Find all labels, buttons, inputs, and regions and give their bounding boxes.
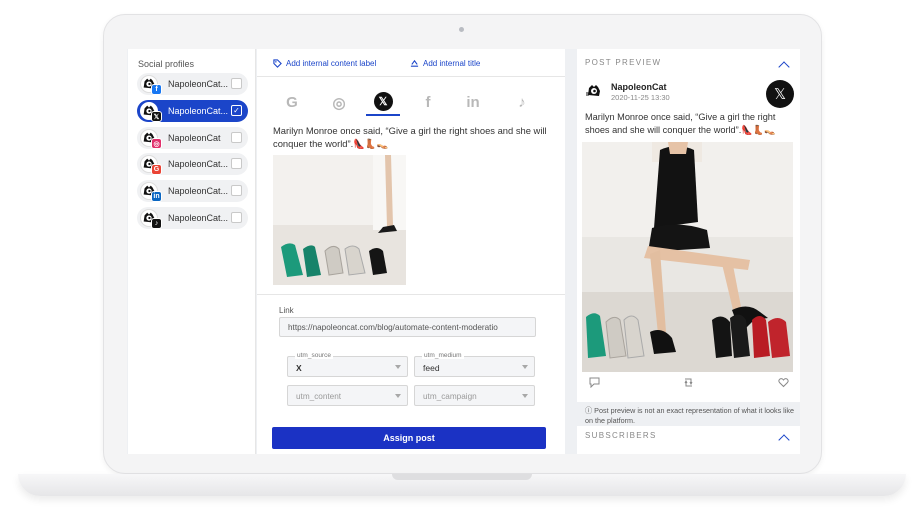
utm-source-value: X (296, 363, 302, 373)
profile-name: NapoleonCat... (168, 186, 229, 196)
x-logo-icon: 𝕏 (766, 80, 794, 108)
tab-google[interactable]: G (275, 89, 309, 116)
preview-actions (577, 377, 800, 393)
preview-avatar (585, 82, 603, 100)
tab-instagram[interactable]: ◎ (322, 89, 356, 116)
post-editor: Add internal content label Add internal … (257, 49, 565, 454)
utm-campaign-select[interactable]: utm_campaign (414, 385, 535, 406)
utm-content-select[interactable]: utm_content (287, 385, 408, 406)
x-icon: 𝕏 (373, 92, 393, 111)
editor-toolbar: Add internal content label Add internal … (257, 49, 565, 77)
add-internal-title-text: Add internal title (423, 59, 481, 68)
chevron-down-icon (522, 394, 528, 398)
tab-linkedin[interactable]: in (456, 89, 490, 116)
instagram-icon: ◎ (332, 94, 346, 112)
title-icon (410, 59, 419, 67)
facebook-icon: f (425, 94, 431, 111)
profile-checkbox[interactable] (231, 78, 242, 89)
profile-item-google[interactable]: G NapoleonCat... (137, 153, 248, 175)
chevron-down-icon (522, 365, 528, 369)
collapse-preview-icon[interactable] (778, 61, 790, 73)
preview-account-name: NapoleonCat (611, 82, 667, 92)
utm-source-label: utm_source (295, 352, 333, 359)
add-content-label-link[interactable]: Add internal content label (273, 59, 376, 68)
linkedin-icon: in (466, 94, 480, 111)
subscribers-title: SUBSCRIBERS (585, 431, 657, 440)
google-icon: G (286, 94, 298, 111)
chevron-down-icon (395, 394, 401, 398)
link-label: Link (279, 306, 294, 315)
tiktok-badge-icon: ♪ (151, 218, 162, 229)
section-divider (257, 294, 565, 295)
add-internal-title-link[interactable]: Add internal title (410, 59, 480, 68)
facebook-badge-icon: f (151, 84, 162, 95)
profile-name: NapoleonCat... (168, 159, 229, 169)
profile-checkbox[interactable]: ✓ (231, 105, 242, 116)
reply-icon (589, 377, 600, 391)
chevron-down-icon (395, 365, 401, 369)
tag-icon (273, 59, 282, 68)
profile-name: NapoleonCat... (168, 106, 229, 116)
x-badge-icon: 𝕏 (151, 111, 162, 122)
profile-checkbox[interactable] (231, 185, 242, 196)
preview-text: Marilyn Monroe once said, “Give a girl t… (585, 112, 776, 135)
profile-checkbox[interactable] (231, 212, 242, 223)
profile-name: NapoleonCat (168, 133, 221, 143)
collapse-subscribers-icon[interactable] (778, 434, 790, 446)
laptop-notch (392, 474, 532, 480)
utm-medium-label: utm_medium (422, 352, 464, 359)
post-image-thumbnail[interactable] (273, 155, 406, 285)
utm-source-select[interactable]: utm_source X (287, 352, 408, 377)
tiktok-icon: ♪ (518, 94, 526, 111)
google-badge-icon: G (151, 164, 162, 175)
camera-dot (459, 27, 464, 32)
tab-tiktok[interactable]: ♪ (505, 89, 539, 116)
tab-x[interactable]: 𝕏 (366, 89, 400, 116)
profile-checkbox[interactable] (231, 158, 242, 169)
utm-medium-value: feed (423, 363, 440, 373)
link-field[interactable]: https://napoleoncat.com/blog/automate-co… (279, 317, 536, 337)
profile-item-instagram[interactable]: ◎ NapoleonCat (137, 127, 248, 149)
social-profiles-panel: Social profiles f NapoleonCat... 𝕏 Napoleon… (128, 49, 256, 454)
social-profiles-title: Social profiles (138, 59, 195, 69)
utm-medium-select[interactable]: utm_medium feed (414, 352, 535, 377)
profile-name: NapoleonCat... (168, 213, 229, 223)
profile-item-linkedin[interactable]: in NapoleonCat... (137, 180, 248, 202)
subscribers-card: SUBSCRIBERS (577, 426, 800, 454)
post-preview-card: POST PREVIEW NapoleonCat 2020-11-25 13:3… (577, 49, 800, 402)
preview-disclaimer: ⓘ Post preview is not an exact represent… (585, 406, 794, 425)
profile-item-x[interactable]: 𝕏 NapoleonCat... ✓ (137, 100, 248, 122)
profile-item-tiktok[interactable]: ♪ NapoleonCat... (137, 207, 248, 229)
profile-checkbox[interactable] (231, 132, 242, 143)
network-tabs: G ◎ 𝕏 f in ♪ (269, 89, 549, 116)
profile-name: NapoleonCat... (168, 79, 229, 89)
add-content-label-text: Add internal content label (286, 59, 377, 68)
post-preview-title: POST PREVIEW (585, 58, 662, 67)
preview-panel: POST PREVIEW NapoleonCat 2020-11-25 13:3… (577, 49, 800, 454)
assign-post-button[interactable]: Assign post (272, 427, 546, 449)
preview-image (582, 142, 793, 372)
tab-facebook[interactable]: f (411, 89, 445, 116)
instagram-badge-icon: ◎ (151, 138, 162, 149)
napoleoncat-logo-icon (586, 85, 600, 96)
repost-icon (683, 377, 694, 391)
linkedin-badge-icon: in (151, 191, 162, 202)
utm-campaign-placeholder: utm_campaign (423, 392, 477, 401)
app-screen: Social profiles f NapoleonCat... 𝕏 Napoleon… (127, 49, 800, 454)
like-icon (778, 377, 789, 391)
profile-item-facebook[interactable]: f NapoleonCat... (137, 73, 248, 95)
utm-content-placeholder: utm_content (296, 392, 342, 401)
preview-timestamp: 2020-11-25 13:30 (611, 93, 670, 102)
post-text[interactable]: Marilyn Monroe once said, “Give a girl t… (273, 124, 553, 150)
